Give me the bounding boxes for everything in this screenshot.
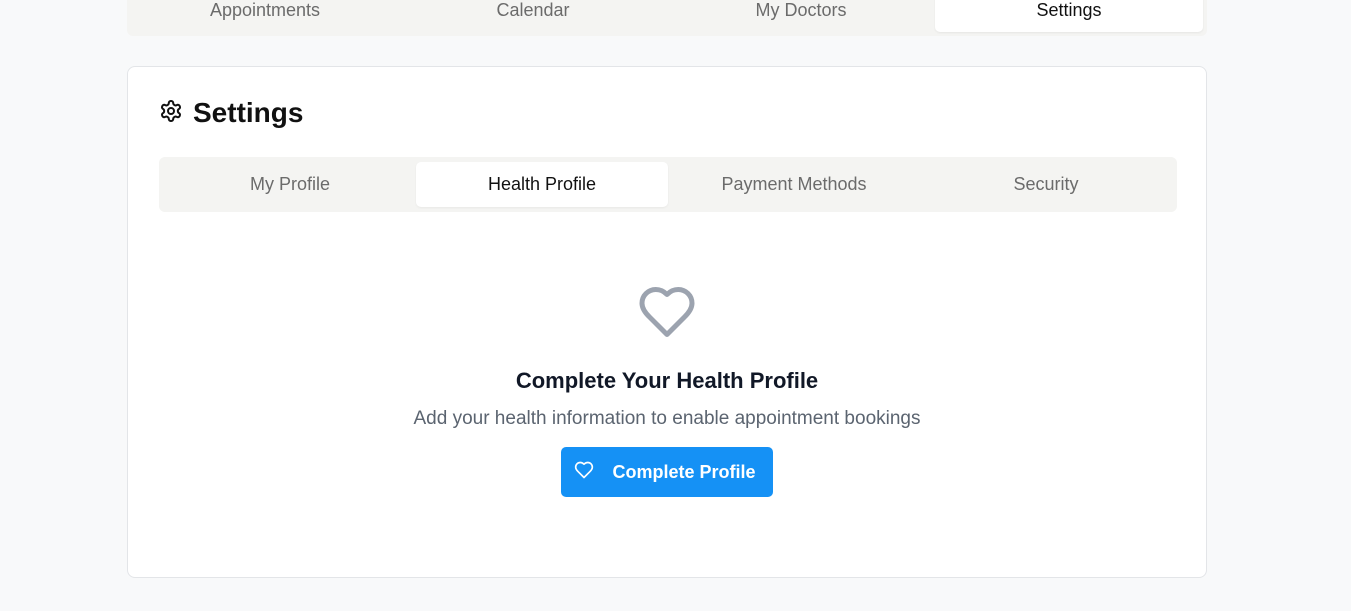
tab-health-profile-label: Health Profile (487, 174, 597, 194)
heart-icon (637, 282, 697, 347)
gear-icon (159, 99, 183, 128)
tab-appointments[interactable]: Appointments (131, 0, 399, 32)
tab-appointments-label: Appointments (209, 0, 321, 20)
page-title: Settings (193, 97, 304, 128)
settings-card: Settings My Profile Health Profile Payme… (127, 66, 1207, 578)
heart-icon (574, 460, 594, 485)
tab-calendar[interactable]: Calendar (399, 0, 667, 32)
complete-profile-button-label: Complete Profile (612, 461, 756, 482)
tab-settings-label: Settings (1036, 0, 1102, 20)
complete-profile-button[interactable]: Complete Profile (561, 447, 773, 497)
tab-my-doctors[interactable]: My Doctors (667, 0, 935, 32)
tab-payment-methods-label: Payment Methods (721, 174, 867, 194)
empty-state-title: Complete Your Health Profile (515, 368, 819, 393)
tab-security-label: Security (1013, 174, 1079, 194)
tab-security[interactable]: Security (920, 162, 1172, 207)
tab-calendar-label: Calendar (496, 0, 570, 20)
tab-my-profile[interactable]: My Profile (164, 162, 416, 207)
empty-state-description: Add your health information to enable ap… (413, 408, 921, 429)
tab-my-doctors-label: My Doctors (755, 0, 847, 20)
settings-header: Settings (159, 97, 303, 129)
health-profile-empty-state: Complete Your Health Profile Add your he… (128, 282, 1206, 497)
tab-payment-methods[interactable]: Payment Methods (668, 162, 920, 207)
tab-health-profile[interactable]: Health Profile (416, 162, 668, 207)
tab-settings[interactable]: Settings (935, 0, 1203, 32)
settings-tab-bar: My Profile Health Profile Payment Method… (159, 157, 1177, 212)
main-tab-bar: Appointments Calendar My Doctors Setting… (127, 0, 1207, 36)
page: Appointments Calendar My Doctors Setting… (0, 0, 1351, 611)
tab-my-profile-label: My Profile (249, 174, 330, 194)
